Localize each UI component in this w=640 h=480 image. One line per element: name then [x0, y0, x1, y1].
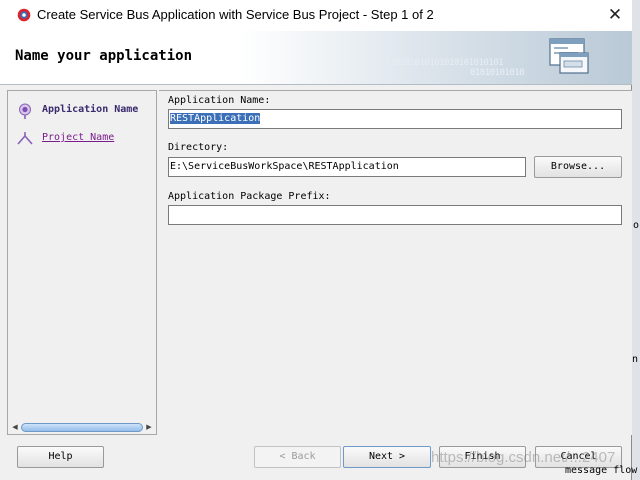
background-window-text: or — [633, 220, 640, 231]
binary-decoration: 010101010101010101010101 — [385, 58, 504, 68]
binary-decoration-2: 01010101010 — [470, 68, 525, 78]
close-icon[interactable]: ✕ — [598, 1, 632, 30]
background-status-text: message flow — [565, 465, 638, 476]
step-next-icon — [17, 132, 33, 145]
window-title: Create Service Bus Application with Serv… — [37, 7, 434, 22]
scrollbar-thumb[interactable] — [21, 423, 143, 432]
next-button[interactable]: Next > — [343, 446, 431, 468]
watermark-text: https://blog.csdn.net/...2407 — [431, 449, 616, 466]
application-name-input[interactable]: RESTApplication — [168, 109, 622, 129]
wizard-content-panel: Application Name: RESTApplication Direct… — [159, 90, 632, 435]
step-label: Application Name — [42, 104, 139, 115]
step-application-name[interactable]: Application Name — [8, 101, 156, 121]
back-button[interactable]: < Back — [254, 446, 341, 468]
page-title: Name your application — [15, 48, 193, 64]
title-bar: Create Service Bus Application with Serv… — [0, 0, 632, 31]
step-project-name[interactable]: Project Name — [8, 129, 156, 149]
wizard-header-banner: Name your application 010101010101010101… — [0, 31, 632, 85]
step-current-icon — [19, 103, 31, 119]
oracle-app-icon — [17, 8, 31, 22]
selected-text: RESTApplication — [170, 113, 261, 124]
wizard-steps-panel: Application Name Project Name ◀ ▶ — [7, 90, 157, 435]
application-name-label: Application Name: — [168, 95, 271, 106]
package-prefix-input[interactable] — [168, 205, 622, 225]
scroll-left-icon[interactable]: ◀ — [10, 422, 20, 433]
steps-horizontal-scrollbar[interactable]: ◀ ▶ — [10, 422, 154, 433]
directory-input[interactable]: E:\ServiceBusWorkSpace\RESTApplication — [168, 157, 526, 177]
background-window-text: n — [632, 354, 639, 365]
wizard-dialog: Create Service Bus Application with Serv… — [0, 0, 632, 480]
step-label: Project Name — [42, 132, 115, 143]
application-wizard-icon — [549, 38, 589, 74]
package-prefix-label: Application Package Prefix: — [168, 191, 331, 202]
scroll-right-icon[interactable]: ▶ — [144, 422, 154, 433]
browse-button[interactable]: Browse... — [534, 156, 622, 178]
directory-label: Directory: — [168, 142, 229, 153]
help-button[interactable]: Help — [17, 446, 104, 468]
